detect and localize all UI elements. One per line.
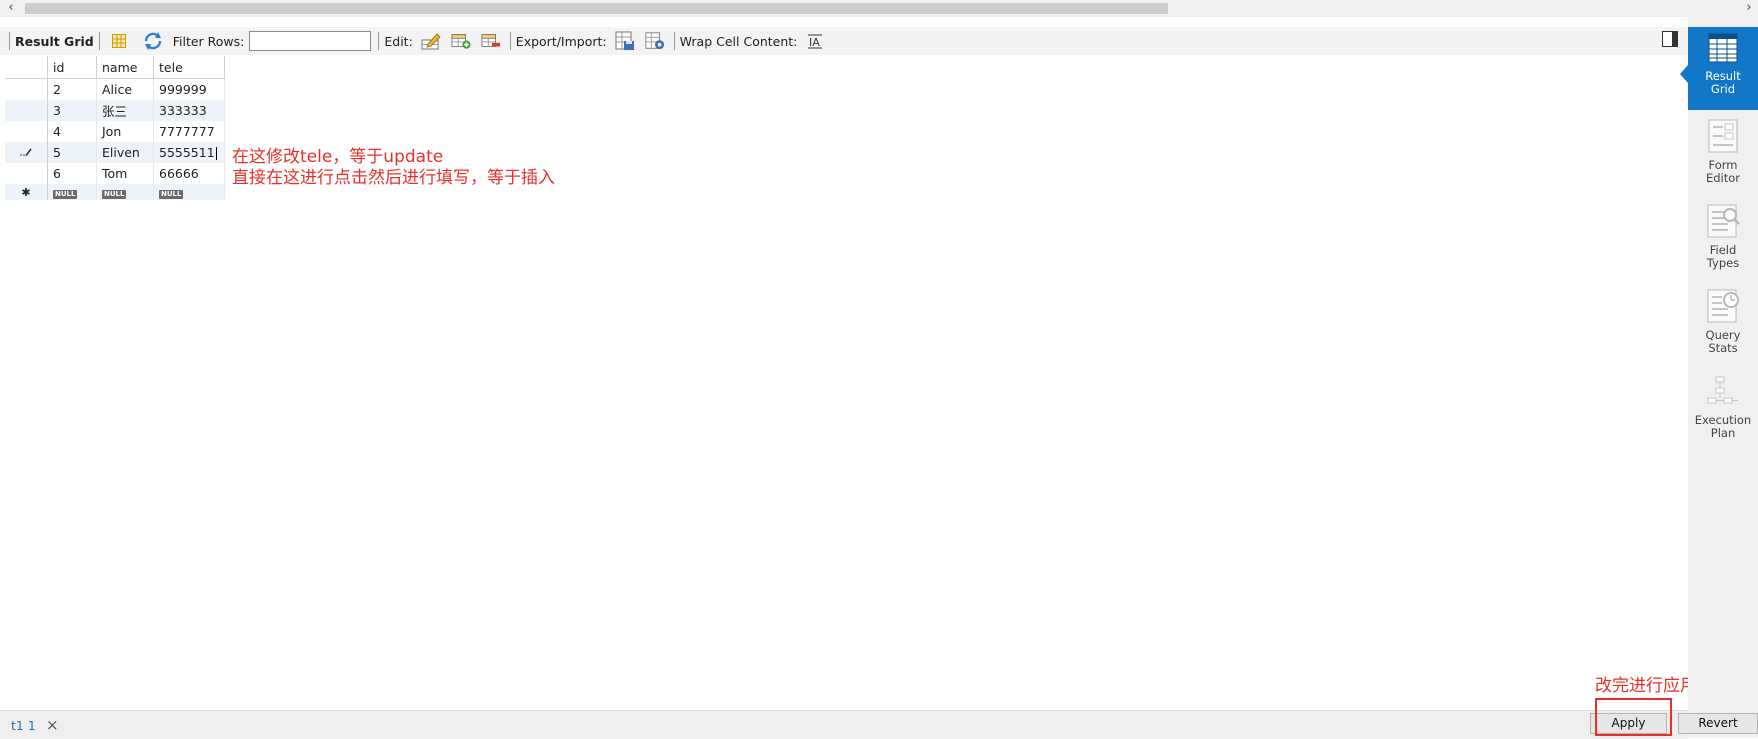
new-cell-name[interactable]: NULL — [96, 184, 154, 200]
wrap-text-icon[interactable]: IA — [805, 31, 825, 51]
editing-pencil-icon — [20, 148, 32, 156]
row-header[interactable] — [5, 142, 48, 163]
column-header-id[interactable]: id — [47, 56, 97, 79]
edit-label: Edit: — [384, 33, 413, 49]
row-header[interactable] — [5, 163, 48, 184]
revert-button[interactable]: Revert — [1678, 713, 1758, 734]
delete-row-icon[interactable] — [481, 31, 501, 51]
bottom-tab-bar: t1 1 × — [0, 710, 1688, 739]
column-header-name[interactable]: name — [96, 56, 154, 79]
side-tab-result-grid[interactable]: Result Grid — [1680, 27, 1758, 110]
text-cursor — [215, 147, 217, 160]
side-tab-label: Plan — [1710, 426, 1736, 440]
cell-tele[interactable]: 333333 — [153, 100, 225, 121]
side-tab-label: Stats — [1708, 341, 1738, 355]
side-tab-execution-plan[interactable]: Execution Plan — [1688, 370, 1758, 450]
new-row-header[interactable]: ✱ — [5, 184, 48, 200]
result-tab-t1-1[interactable]: t1 1 — [11, 718, 36, 733]
grid-columns-icon[interactable] — [109, 31, 129, 51]
side-panel: Result Grid Form Editor Field Types Quer… — [1680, 17, 1758, 738]
new-row-placeholder[interactable]: ✱ NULL NULL NULL — [5, 184, 225, 200]
refresh-icon[interactable] — [143, 31, 163, 51]
column-header-tele[interactable]: tele — [153, 56, 225, 79]
cell-id[interactable]: 4 — [47, 121, 97, 142]
table-row[interactable]: 3 张三 333333 — [5, 100, 225, 121]
active-tab-indicator — [1680, 65, 1688, 83]
toolbar-separator — [9, 32, 10, 50]
side-tab-label: Editor — [1705, 171, 1741, 185]
table-row-editing[interactable]: 5 Eliven 5555511 — [5, 142, 225, 163]
null-badge: NULL — [102, 190, 127, 199]
new-cell-tele[interactable]: NULL — [153, 184, 225, 200]
cell-name[interactable]: Alice — [96, 78, 154, 100]
import-icon[interactable] — [645, 31, 665, 51]
cell-name[interactable]: Eliven — [96, 142, 154, 163]
row-header[interactable] — [5, 100, 48, 121]
wrap-cell-content-label: Wrap Cell Content: — [679, 33, 798, 49]
cell-id[interactable]: 2 — [47, 78, 97, 100]
form-editor-icon — [1708, 119, 1738, 153]
toolbar-separator — [509, 32, 511, 50]
svg-text:IA: IA — [809, 36, 820, 49]
scrollbar-thumb[interactable] — [25, 3, 1168, 14]
result-grid-icon — [1708, 33, 1738, 63]
null-badge: NULL — [53, 190, 78, 199]
export-import-label: Export/Import: — [515, 33, 607, 49]
annotation-update: 在这修改tele，等于update — [232, 147, 444, 167]
scroll-left-arrow-icon[interactable]: ‹ — [4, 0, 18, 17]
result-grid-label: Result Grid — [15, 33, 94, 49]
side-tab-label: Grid — [1710, 82, 1736, 96]
cell-id[interactable]: 3 — [47, 100, 97, 121]
cell-tele-value[interactable]: 5555511 — [159, 145, 215, 160]
side-tab-form-editor[interactable]: Form Editor — [1688, 115, 1758, 195]
result-toolbar: Result Grid Filter Rows: Edit: Export/Im… — [0, 27, 1688, 55]
cell-tele-editing[interactable]: 5555511 — [153, 142, 225, 163]
cell-name[interactable]: 张三 — [96, 100, 154, 121]
execution-plan-icon — [1707, 376, 1738, 404]
cell-name[interactable]: Tom — [96, 163, 154, 184]
null-badge: NULL — [159, 190, 184, 199]
filter-rows-label: Filter Rows: — [172, 33, 245, 49]
grid-header-row: id name tele — [5, 56, 225, 79]
cell-id[interactable]: 5 — [47, 142, 97, 163]
side-tab-field-types[interactable]: Field Types — [1688, 200, 1758, 280]
scroll-right-arrow-icon[interactable]: › — [1742, 0, 1756, 17]
toolbar-separator — [98, 32, 100, 50]
side-tab-label: Types — [1706, 256, 1740, 270]
close-icon[interactable]: × — [46, 716, 59, 734]
table-row[interactable]: 4 Jon 7777777 — [5, 121, 225, 142]
toolbar-separator — [378, 32, 380, 50]
table-row[interactable]: 6 Tom 66666 — [5, 163, 225, 184]
field-types-icon — [1707, 204, 1740, 238]
annotation-apply: 改完进行应用 — [1595, 676, 1697, 696]
row-header[interactable] — [5, 121, 48, 142]
cell-tele[interactable]: 7777777 — [153, 121, 225, 142]
cell-tele[interactable]: 999999 — [153, 78, 225, 100]
row-header-corner — [5, 56, 48, 79]
side-tab-query-stats[interactable]: Query Stats — [1688, 285, 1758, 365]
query-stats-icon — [1707, 289, 1739, 323]
row-header[interactable] — [5, 78, 48, 100]
export-icon[interactable] — [615, 31, 635, 51]
cell-id[interactable]: 6 — [47, 163, 97, 184]
table-row[interactable]: 2 Alice 999999 — [5, 78, 225, 100]
annotation-insert: 直接在这进行点击然后进行填写，等于插入 — [232, 168, 555, 188]
apply-highlight-box — [1595, 698, 1672, 736]
new-cell-id[interactable]: NULL — [47, 184, 97, 200]
toggle-side-panel-icon[interactable] — [1662, 31, 1678, 47]
horizontal-scrollbar[interactable]: ‹ › — [0, 0, 1758, 17]
add-row-icon[interactable] — [451, 31, 471, 51]
cell-tele[interactable]: 66666 — [153, 163, 225, 184]
cell-name[interactable]: Jon — [96, 121, 154, 142]
filter-rows-input[interactable] — [249, 31, 372, 51]
edit-row-icon[interactable] — [421, 31, 441, 51]
result-grid[interactable]: id name tele 2 Alice 999999 3 张三 333333 … — [5, 56, 225, 200]
toolbar-separator — [673, 32, 675, 50]
